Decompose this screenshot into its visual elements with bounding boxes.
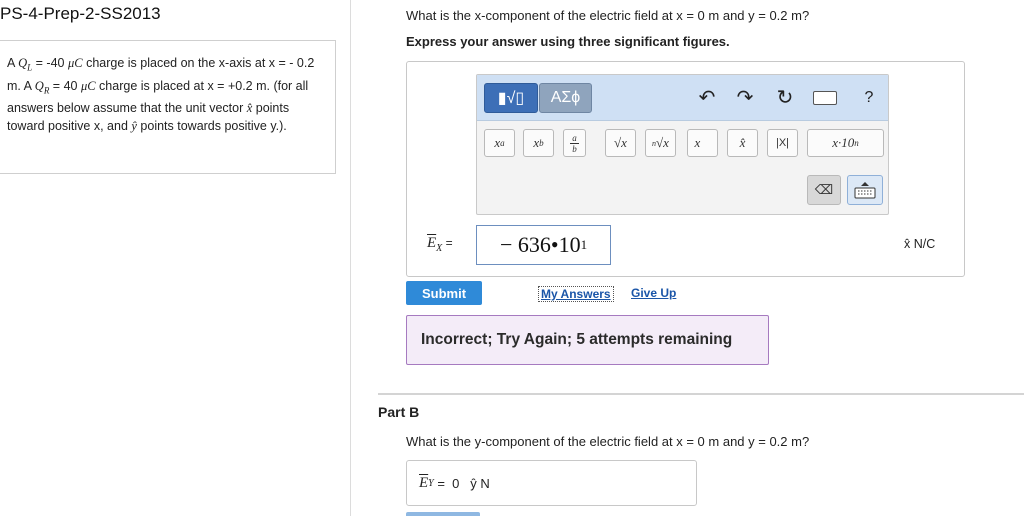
answer-input[interactable]: − 636 • 10 1 — [476, 225, 611, 265]
superscript-exponent: a — [500, 138, 505, 148]
answer-panel: ▮√▯ ΑΣϕ ↶ ↷ ↻ ? xa xb ab √x n √x x⃗ x̂ |X… — [406, 61, 965, 277]
answer-power-base: 10 — [558, 232, 581, 257]
superscript-button[interactable]: xa — [484, 129, 515, 157]
nth-root-button[interactable]: n √x — [645, 129, 676, 157]
problem-text-4: = 40 — [49, 78, 81, 93]
problem-statement: A QL = -40 μC charge is placed on the x-… — [0, 40, 336, 174]
charge-qr-letter: Q — [34, 78, 44, 93]
part-b-title: Part B — [378, 404, 420, 420]
undo-icon[interactable]: ↶ — [695, 87, 719, 109]
answer-unit: x̂ N/C — [904, 237, 936, 251]
sci-notation-base: x·10 — [832, 135, 855, 150]
absolute-value-button[interactable]: |X| — [767, 129, 798, 157]
part-b-label-symbol: E — [419, 474, 429, 491]
problem-text-2: = -40 — [32, 56, 68, 70]
subscript-button[interactable]: xb — [523, 129, 554, 157]
scientific-notation-button[interactable]: x·10 n — [807, 129, 884, 157]
greek-symbols-button[interactable]: ΑΣϕ — [539, 83, 592, 113]
subscript-index: b — [539, 138, 544, 148]
nth-root-symbol: √x — [656, 135, 669, 150]
answer-mantissa: − 636 — [499, 232, 551, 257]
answer-label-symbol: E — [427, 235, 437, 251]
templates-button[interactable]: ▮√▯ — [484, 83, 538, 113]
backspace-button[interactable]: ⌫ — [807, 175, 841, 205]
part-a-instructions: Express your answer using three signific… — [406, 34, 730, 49]
part-b-answer-box: EY = 0 ŷ N — [406, 460, 697, 506]
problem-text-1: A — [7, 56, 19, 70]
answer-label: EX = — [427, 234, 453, 254]
answer-label-equals: = — [442, 236, 453, 250]
math-toolbar: ▮√▯ ΑΣϕ ↶ ↷ ↻ ? xa xb ab √x n √x x⃗ x̂ |X… — [476, 74, 889, 215]
feedback-message: Incorrect; Try Again; 5 attempts remaini… — [406, 315, 769, 365]
submit-button[interactable]: Submit — [406, 281, 482, 305]
part-b-answer-value: = 0 ŷ N — [433, 475, 490, 491]
answer-exponent: 1 — [580, 237, 588, 252]
square-root-button[interactable]: √x — [605, 129, 636, 157]
fraction-denominator: b — [572, 143, 577, 154]
unit-vector-button[interactable]: x̂ — [727, 129, 758, 157]
problem-text-7: points towards positive y.). — [136, 119, 287, 133]
give-up-link[interactable]: Give Up — [631, 286, 676, 300]
sci-notation-exponent: n — [854, 138, 859, 148]
fraction-button[interactable]: ab — [563, 129, 586, 157]
vector-button[interactable]: x⃗ — [687, 129, 718, 157]
part-a-question: What is the x-component of the electric … — [406, 8, 810, 23]
redo-icon[interactable]: ↷ — [733, 87, 757, 109]
answer-times-dot: • — [550, 232, 559, 257]
charge-ql-symbol: QL — [18, 56, 32, 73]
fraction-numerator: a — [570, 132, 579, 144]
charge-unit-1: μC — [67, 56, 83, 70]
keyboard-icon[interactable] — [813, 91, 837, 105]
keyboard-toggle-button[interactable] — [847, 175, 883, 205]
my-answers-link[interactable]: My Answers — [538, 286, 614, 302]
part-b-submit-button[interactable] — [406, 512, 480, 516]
keyboard-toggle-icon — [854, 182, 876, 199]
reset-icon[interactable]: ↻ — [773, 87, 797, 109]
assignment-title: PS-4-Prep-2-SS2013 — [0, 4, 161, 23]
part-b-question: What is the y-component of the electric … — [406, 434, 810, 449]
charge-ql-letter: Q — [18, 56, 28, 70]
part-divider — [378, 393, 1024, 395]
charge-unit-2: μC — [80, 78, 96, 93]
problem-column: PS-4-Prep-2-SS2013 A QL = -40 μC charge … — [0, 0, 351, 516]
charge-qr-symbol: QR — [34, 78, 50, 96]
help-button[interactable]: ? — [857, 87, 881, 109]
